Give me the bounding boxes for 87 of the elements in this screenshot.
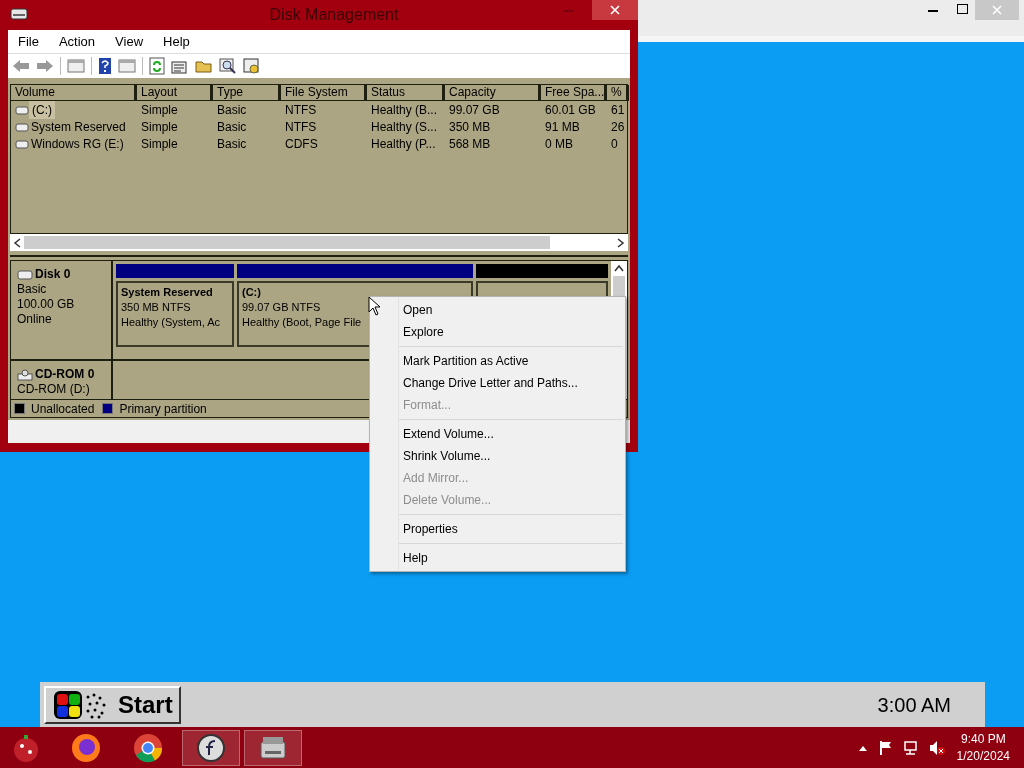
column-header[interactable]: Status bbox=[367, 85, 445, 101]
back-icon[interactable] bbox=[12, 59, 30, 73]
table-cell-text: Simple bbox=[141, 118, 178, 136]
disk-info: Basic bbox=[17, 282, 48, 297]
chrome-icon[interactable] bbox=[132, 731, 164, 764]
disk-info: 100.00 GB bbox=[17, 297, 76, 312]
table-cell-text: NTFS bbox=[285, 101, 317, 119]
column-header[interactable]: Free Spa... bbox=[541, 85, 607, 101]
caret-up-icon[interactable] bbox=[858, 744, 867, 751]
folder-icon[interactable] bbox=[195, 58, 213, 74]
table-cell-text: 26 bbox=[611, 118, 625, 136]
drive-icon bbox=[15, 137, 29, 150]
menu-item[interactable]: Action bbox=[58, 31, 96, 52]
table-cell-text: Simple bbox=[141, 135, 178, 153]
table-cell[interactable]: System Reserved bbox=[31, 117, 126, 136]
drive-icon bbox=[15, 103, 29, 116]
table-cell[interactable]: Windows RG (E:) bbox=[31, 134, 124, 153]
column-header[interactable]: Type bbox=[213, 85, 281, 101]
flag-icon[interactable] bbox=[878, 739, 893, 756]
pointer-icon bbox=[368, 296, 381, 316]
clock-time[interactable]: 9:40 PM bbox=[960, 730, 1006, 748]
partition-info: 350 MB NTFS bbox=[121, 300, 191, 315]
column-header[interactable]: File System bbox=[281, 85, 367, 101]
menu-item[interactable]: Help bbox=[370, 547, 625, 569]
partition-title: (C:) bbox=[242, 285, 261, 300]
refresh-icon[interactable] bbox=[149, 57, 165, 75]
column-header[interactable]: % bbox=[607, 85, 629, 101]
drive-taskbar-button[interactable] bbox=[244, 729, 302, 766]
table-cell-text: 568 MB bbox=[449, 135, 491, 153]
table-cell-text: Healthy (P... bbox=[371, 135, 436, 153]
table-cell-text: Basic bbox=[217, 101, 247, 119]
disk-drive-icon bbox=[10, 6, 28, 22]
table-cell-text: CDFS bbox=[285, 135, 318, 153]
menu-item[interactable]: Shrink Volume... bbox=[370, 445, 625, 467]
menu-item[interactable]: Help bbox=[163, 31, 190, 52]
table-cell-text: NTFS bbox=[285, 118, 317, 136]
table-cell-text: 60.01 GB bbox=[545, 101, 596, 119]
scrollbar-thumb[interactable] bbox=[24, 236, 550, 249]
firefox-icon[interactable] bbox=[70, 731, 102, 764]
menu-item[interactable]: View bbox=[115, 31, 144, 52]
disk-name: CD-ROM 0 bbox=[35, 367, 95, 382]
legend-label: Primary partition bbox=[119, 400, 207, 417]
menu-item[interactable]: Change Drive Letter and Paths... bbox=[370, 372, 625, 394]
cd-drive-icon bbox=[17, 368, 33, 381]
partition-info: 99.07 GB NTFS bbox=[242, 300, 321, 315]
table-cell-text: Healthy (S... bbox=[371, 118, 438, 136]
start-button[interactable]: Start bbox=[44, 685, 181, 724]
forward-icon[interactable] bbox=[36, 59, 54, 73]
close-icon bbox=[610, 5, 620, 15]
flash-icon bbox=[196, 732, 226, 763]
table-cell-text: Simple bbox=[141, 101, 178, 119]
menu-item[interactable]: Explore bbox=[370, 321, 625, 343]
clock-date[interactable]: 1/20/2024 bbox=[956, 747, 1010, 765]
table-cell-text: 61 bbox=[611, 101, 625, 119]
column-header[interactable]: Capacity bbox=[445, 85, 541, 101]
flash-taskbar-button[interactable] bbox=[182, 729, 240, 766]
disk-name: Disk 0 bbox=[35, 267, 71, 282]
table-cell-text: 99.07 GB bbox=[449, 101, 500, 119]
disk-info: Online bbox=[17, 312, 53, 327]
disk-info: CD-ROM (D:) bbox=[17, 382, 91, 397]
table-cell-text: Basic bbox=[217, 118, 247, 136]
partition-title: System Reserved bbox=[121, 285, 213, 300]
restore-icon[interactable] bbox=[957, 4, 968, 14]
table-cell-text: Healthy (B... bbox=[371, 101, 438, 119]
menu-item[interactable]: Properties bbox=[370, 518, 625, 540]
magnifier-icon[interactable] bbox=[219, 58, 237, 74]
partition-info: Healthy (System, Ac bbox=[121, 315, 221, 330]
column-header[interactable]: Layout bbox=[137, 85, 213, 101]
table-cell-text: 0 bbox=[611, 135, 618, 153]
muted-speaker-icon[interactable] bbox=[928, 739, 945, 756]
menu-item[interactable]: Mark Partition as Active bbox=[370, 350, 625, 372]
network-icon[interactable] bbox=[902, 739, 919, 756]
help-icon[interactable] bbox=[98, 57, 112, 75]
legend-label: Unallocated bbox=[31, 400, 95, 417]
partition-info: Healthy (Boot, Page File bbox=[242, 315, 362, 330]
drive-icon bbox=[15, 120, 29, 133]
menu-item[interactable]: File bbox=[18, 31, 39, 52]
table-cell-text: 350 MB bbox=[449, 118, 491, 136]
table-cell-text: 0 MB bbox=[545, 135, 573, 153]
horizontal-scrollbar[interactable] bbox=[10, 234, 628, 251]
clock: 3:00 AM bbox=[877, 692, 951, 718]
table-cell-text: Basic bbox=[217, 135, 247, 153]
close-button[interactable] bbox=[592, 0, 638, 20]
menu-item[interactable]: Extend Volume... bbox=[370, 423, 625, 445]
window-title: Disk Management bbox=[268, 5, 399, 25]
table-cell-text: 91 MB bbox=[545, 118, 580, 136]
close-icon bbox=[992, 5, 1002, 15]
